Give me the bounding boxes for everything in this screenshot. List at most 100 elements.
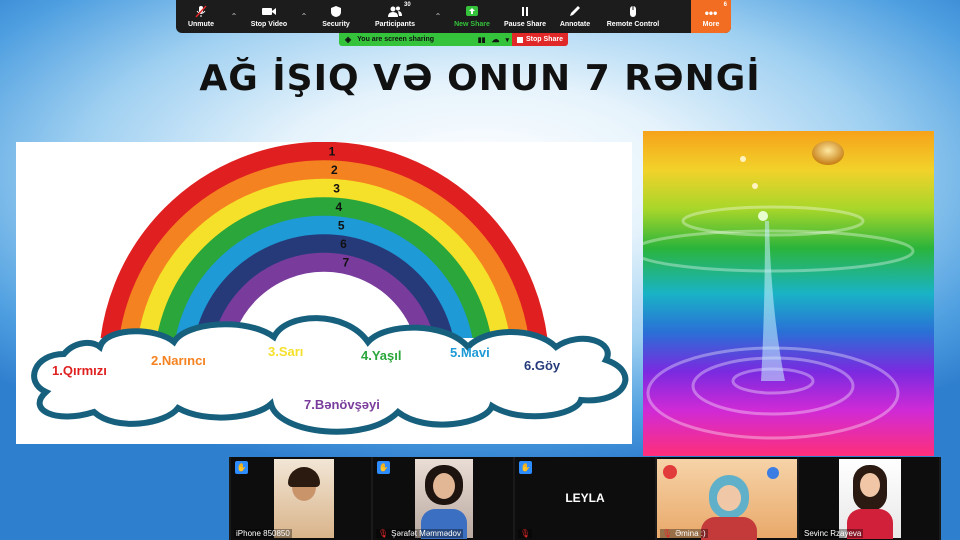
participant-name-tag: 🎙 Şərafət Məmmədov [376,529,463,538]
participant-name: Əmina :) [675,529,706,538]
stop-share-label: Stop Share [526,36,563,43]
participant-hair [288,467,320,487]
cloud-icon: ☁ [491,35,500,44]
microphone-muted-icon [195,5,207,18]
remote-control-button[interactable]: Remote Control [598,0,668,33]
rainbow-illustration: 1 2 3 4 5 6 7 1.Qırmızı 2.Narıncı 3.Sarı 4.Yaşıl 5… [16,142,632,444]
annotate-label: Annotate [559,21,591,28]
participant-display-name: LEYLA [565,491,605,505]
participant-tile[interactable]: ✋ iPhone 850850 [231,457,371,540]
background-balloons [663,465,677,479]
rainbow-band-number: 2 [331,163,338,177]
participant-name-tag: 🎙 Əmina :) [660,529,708,538]
meeting-toolbar: Unmute ⌃ Stop Video ⌃ Security 30 Partic… [176,0,731,33]
share-screen-icon [466,6,478,16]
raised-hand-icon: ✋ [519,461,532,474]
color-name-label: 4.Yaşıl [361,348,401,363]
mouse-icon [630,6,636,17]
participant-video [839,459,901,539]
participant-name: iPhone 850850 [236,529,290,538]
new-share-label: New Share [454,21,490,28]
muted-microphone-icon: 🎙 [378,529,389,538]
annotate-button[interactable]: Annotate [552,0,598,33]
participant-tile[interactable]: ✋ 🎙 Şərafət Məmmədov [373,457,513,540]
unmute-label: Unmute [187,21,215,28]
chevron-up-icon: ⌃ [300,12,308,21]
more-count: 6 [723,2,727,8]
screen-sharing-status: ◈ You are screen sharing ▮▮ ☁ ▾ [339,33,512,46]
participants-label: Participants [374,21,416,28]
signal-icon: ▮▮ [477,36,486,44]
participant-video [657,459,797,540]
audio-options-caret[interactable]: ⌃ [226,0,242,33]
screen-sharing-text: You are screen sharing [357,36,435,43]
stop-share-button[interactable]: Stop Share [512,33,568,46]
water-droplet-small [758,211,768,221]
slide-title: AĞ İŞIQ VƏ ONUN 7 RƏNGİ [199,58,761,99]
rainbow-band-number: 3 [333,181,340,195]
raised-hand-icon: ✋ [235,461,248,474]
pause-share-button[interactable]: Pause Share [498,0,552,33]
chevron-up-icon: ⌃ [230,12,238,21]
shield-icon [331,6,341,17]
remote-control-label: Remote Control [606,21,660,28]
security-label: Security [322,21,350,28]
stop-icon [517,36,524,43]
rainbow-band-number: 5 [338,218,345,232]
participant-name: Şərafət Məmmədov [391,529,461,538]
pause-icon [522,7,528,16]
screen-sharing-bar: ◈ You are screen sharing ▮▮ ☁ ▾ Stop Sha… [339,33,568,46]
security-button[interactable]: Security [312,0,360,33]
participant-face [860,473,880,497]
pencil-icon [570,6,580,16]
background-balloons [767,467,779,479]
color-name-label: 3.Sarı [268,344,303,359]
rainbow-band-number: 1 [329,144,336,158]
video-camera-icon [262,8,276,15]
color-name-label: 5.Mavi [450,345,490,360]
raised-hand-icon: ✋ [377,461,390,474]
participants-button[interactable]: 30 Participants [360,0,430,33]
participant-shirt [701,517,757,540]
pause-share-label: Pause Share [503,21,547,28]
dropdown-caret-icon[interactable]: ▾ [505,36,509,44]
color-name-label: 6.Göy [524,358,561,373]
participant-video [274,459,334,538]
muted-microphone-icon: 🎙 [520,529,531,538]
participant-face [433,473,455,499]
participant-tile[interactable]: Sevinc Rzayeva [799,457,939,540]
water-droplet-small [740,156,746,162]
participants-count: 30 [404,2,411,8]
stop-video-button[interactable]: Stop Video [242,0,296,33]
rainbow-water-drop-image [643,131,934,456]
more-label: More [702,20,720,28]
color-name-label: 2.Narıncı [151,353,206,368]
cloud-shape [31,315,629,435]
water-droplet-small [752,183,758,189]
color-name-label: 7.Bənövşəyi [304,397,380,412]
participant-tile[interactable]: ✋ LEYLA 🎙 [515,457,655,540]
rainbow-band-number: 6 [340,237,347,251]
new-share-button[interactable]: New Share [446,0,498,33]
participant-tile[interactable]: 🎙 Əmina :) [657,457,797,540]
participant-name-tag: 🎙 [518,529,533,538]
water-droplet [812,141,844,165]
participant-gallery: ✋ iPhone 850850 ✋ 🎙 Şərafət Məmmədov ✋ L… [229,457,941,540]
rainbow-band-number: 4 [336,200,343,214]
shield-check-icon: ◈ [345,35,352,44]
participants-options-caret[interactable]: ⌃ [430,0,446,33]
more-button[interactable]: ••• 6 More [691,0,731,33]
rainbow-band-number: 7 [342,255,349,269]
participant-video [415,459,473,539]
color-name-label: 1.Qırmızı [52,363,107,378]
participant-name-tag: Sevinc Rzayeva [802,529,864,538]
more-dots-icon: ••• [704,5,718,20]
chevron-up-icon: ⌃ [434,12,442,21]
participant-name-tag: iPhone 850850 [234,529,292,538]
unmute-button[interactable]: Unmute [176,0,226,33]
video-options-caret[interactable]: ⌃ [296,0,312,33]
participant-face [717,485,741,511]
muted-microphone-icon: 🎙 [662,529,673,538]
stop-video-label: Stop Video [250,21,288,28]
participants-icon [388,6,402,17]
